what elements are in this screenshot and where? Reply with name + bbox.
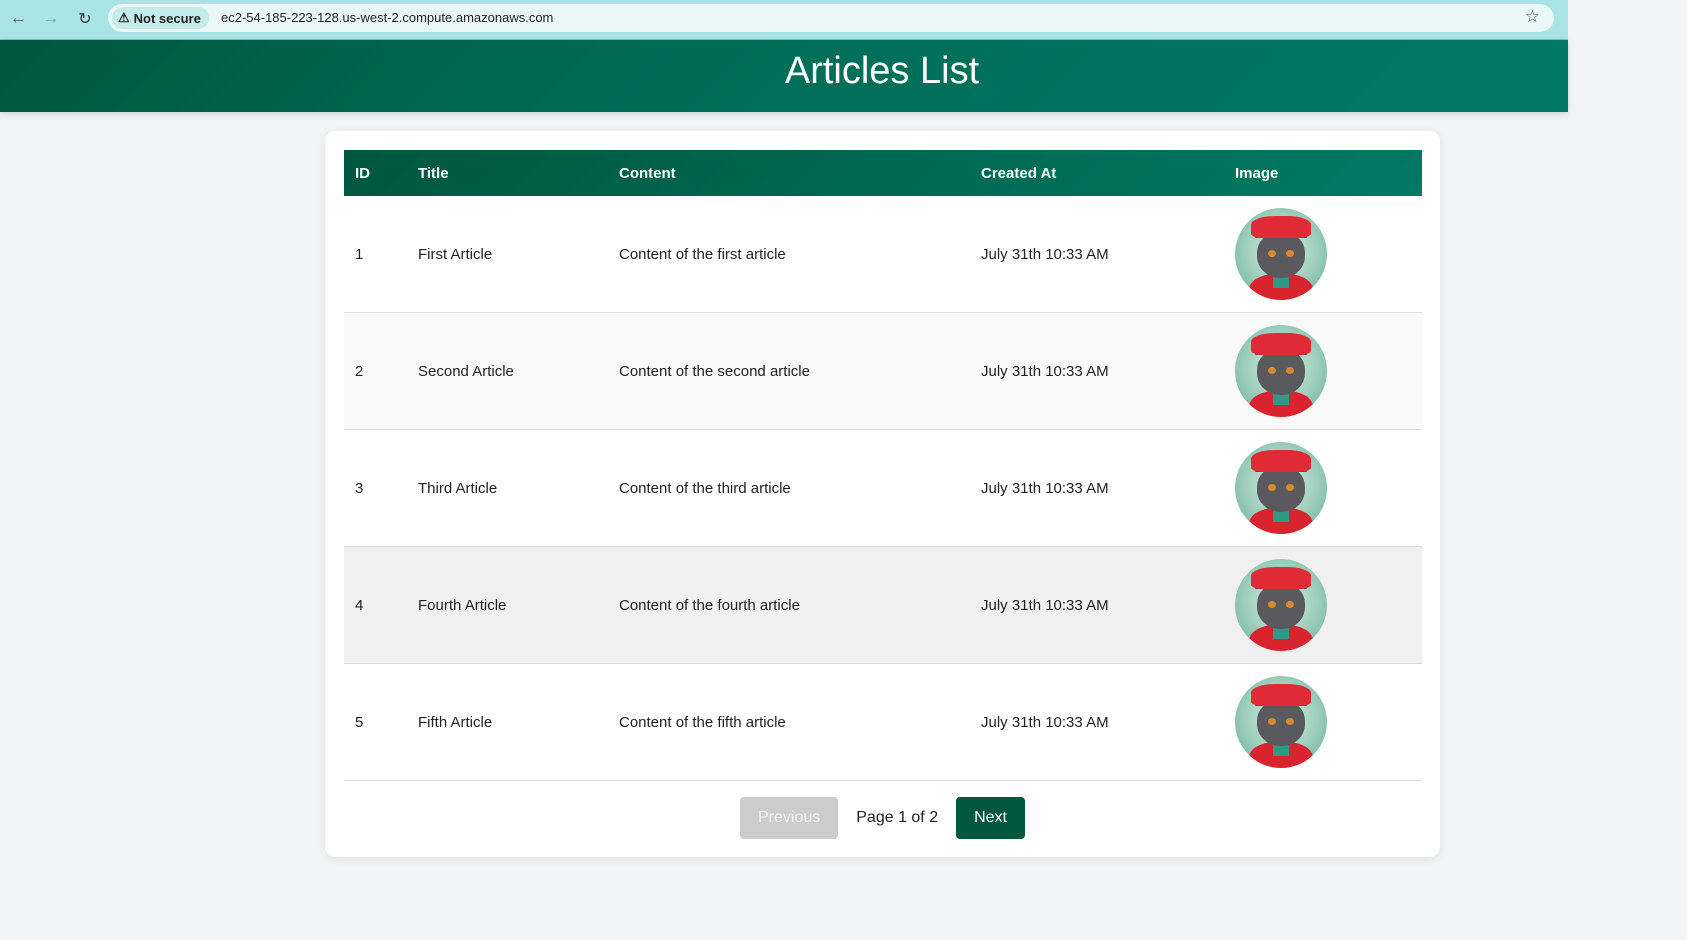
cell-image	[1224, 663, 1422, 781]
articles-card: ID Title Content Created At Image 1 First…	[325, 131, 1440, 857]
reload-icon: ↻	[78, 11, 92, 28]
cat-face	[1257, 700, 1305, 746]
cell-content: Content of the fifth article	[608, 663, 970, 781]
cat-eye	[1268, 484, 1276, 491]
column-header-title: Title	[418, 164, 449, 182]
cell-title: Third Article	[407, 429, 608, 547]
table-row: 3 Third Article Content of the third artic…	[344, 429, 1422, 547]
cat-eye	[1268, 250, 1276, 257]
cell-content: Content of the third article	[608, 429, 970, 547]
reload-button[interactable]: ↻	[74, 8, 96, 30]
pagination: Previous Page 1 of 2 Next	[325, 797, 1440, 839]
security-indicator[interactable]: ⚠ Not secure	[112, 7, 209, 29]
cat-eye	[1286, 250, 1294, 257]
cell-title: Second Article	[407, 312, 608, 430]
cell-image	[1224, 196, 1422, 313]
next-button[interactable]: Next	[956, 797, 1025, 839]
cell-id: 2	[344, 312, 407, 430]
table-row: 5 Fifth Article Content of the fifth artic…	[344, 663, 1422, 781]
back-button[interactable]: ←	[7, 8, 29, 30]
cell-id: 1	[344, 196, 407, 313]
cat-face	[1257, 466, 1305, 512]
cat-avatar-image	[1235, 325, 1327, 417]
cell-created-at: July 31th 10:33 AM	[970, 312, 1224, 430]
cat-eye	[1286, 367, 1294, 374]
security-label: Not secure	[133, 10, 201, 26]
cat-hat	[1251, 333, 1311, 355]
previous-button[interactable]: Previous	[740, 797, 839, 839]
table-row: 2 Second Article Content of the second art…	[344, 312, 1422, 430]
cat-avatar-image	[1235, 208, 1327, 300]
cat-eye	[1286, 601, 1294, 608]
cat-avatar-image	[1235, 559, 1327, 651]
cell-content: Content of the fourth article	[608, 546, 970, 664]
table-header-row: ID Title Content Created At Image	[344, 150, 1422, 196]
cat-hat	[1251, 216, 1311, 238]
page-indicator: Page 1 of 2	[856, 809, 939, 826]
cell-created-at: July 31th 10:33 AM	[970, 663, 1224, 781]
cell-content: Content of the second article	[608, 312, 970, 430]
page-title: Articles List	[784, 50, 980, 92]
table-row: 1 First Article Content of the first artic…	[344, 196, 1422, 313]
cat-face	[1257, 583, 1305, 629]
url-text[interactable]: ec2-54-185-223-128.us-west-2.compute.ama…	[221, 10, 553, 25]
cat-avatar-image	[1235, 442, 1327, 534]
cell-id: 3	[344, 429, 407, 547]
cell-content: Content of the first article	[608, 196, 970, 313]
warning-icon: ⚠	[118, 10, 130, 25]
cat-eye	[1286, 718, 1294, 725]
cell-title: First Article	[407, 196, 608, 313]
cat-hat	[1251, 450, 1311, 472]
cell-created-at: July 31th 10:33 AM	[970, 429, 1224, 547]
column-header-image: Image	[1235, 164, 1279, 182]
arrow-right-icon: →	[43, 10, 59, 27]
articles-table: ID Title Content Created At Image 1 First…	[344, 150, 1422, 781]
arrow-left-icon: ←	[10, 10, 26, 27]
cell-title: Fourth Article	[407, 546, 608, 664]
column-header-id: ID	[355, 164, 370, 182]
cat-face	[1257, 232, 1305, 278]
cell-image	[1224, 312, 1422, 430]
table-row: 4 Fourth Article Content of the fourth art…	[344, 546, 1422, 664]
cat-hat	[1251, 684, 1311, 706]
cat-hat	[1251, 567, 1311, 589]
cat-eye	[1268, 718, 1276, 725]
cat-avatar-image	[1235, 676, 1327, 768]
forward-button[interactable]: →	[40, 8, 62, 30]
browser-toolbar: ← → ↻ ⚠ Not secure ec2-54-185-223-128.us…	[0, 0, 1568, 40]
cell-created-at: July 31th 10:33 AM	[970, 196, 1224, 313]
cell-created-at: July 31th 10:33 AM	[970, 546, 1224, 664]
cat-face	[1257, 349, 1305, 395]
column-header-content: Content	[619, 164, 676, 182]
cat-eye	[1268, 601, 1276, 608]
cell-image	[1224, 546, 1422, 664]
address-bar[interactable]: ⚠ Not secure ec2-54-185-223-128.us-west-…	[108, 4, 1554, 32]
cell-id: 5	[344, 663, 407, 781]
cell-image	[1224, 429, 1422, 547]
column-header-created-at: Created At	[981, 164, 1057, 182]
cell-id: 4	[344, 546, 407, 664]
cat-eye	[1268, 367, 1276, 374]
bookmark-star-icon[interactable]: ☆	[1525, 7, 1540, 27]
page-header: Articles List	[0, 40, 1568, 112]
cat-eye	[1286, 484, 1294, 491]
cell-title: Fifth Article	[407, 663, 608, 781]
